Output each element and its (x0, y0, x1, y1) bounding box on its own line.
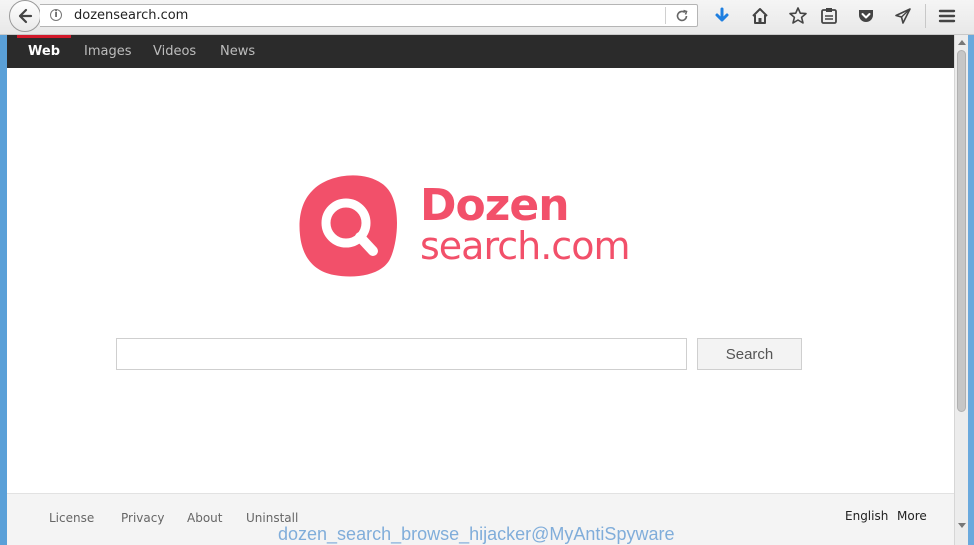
pocket-icon[interactable] (856, 6, 876, 26)
window-border (968, 35, 974, 545)
nav-tab-videos[interactable]: Videos (153, 35, 196, 68)
scroll-thumb[interactable] (957, 50, 966, 412)
page-viewport: Web Images Videos News Dozen search.com … (7, 35, 954, 545)
search-button[interactable]: Search (697, 338, 802, 370)
watermark-text: dozen_search_browse_hijacker@MyAntiSpywa… (278, 524, 675, 544)
footer-link-license[interactable]: License (49, 510, 94, 526)
dozensearch-logo-icon (299, 175, 397, 277)
address-bar[interactable]: i dozensearch.com (40, 4, 698, 27)
site-info-icon[interactable]: i (50, 9, 62, 21)
logo-wordmark-line1: Dozen (420, 180, 570, 231)
download-icon[interactable] (712, 6, 732, 26)
bookmark-star-icon[interactable] (788, 6, 808, 26)
reading-list-icon[interactable] (819, 6, 839, 26)
scroll-down-arrow-icon[interactable] (958, 523, 966, 528)
footer-more-link[interactable]: More (897, 508, 927, 524)
url-text[interactable]: dozensearch.com (74, 8, 188, 24)
nav-tab-images[interactable]: Images (84, 35, 132, 68)
footer-link-about[interactable]: About (187, 510, 222, 526)
search-input[interactable] (116, 338, 687, 370)
site-nav-bar: Web Images Videos News (7, 35, 954, 68)
reload-icon[interactable] (674, 8, 690, 24)
footer-link-privacy[interactable]: Privacy (121, 510, 164, 526)
back-button[interactable] (9, 0, 41, 32)
send-icon[interactable] (893, 6, 913, 26)
menu-icon[interactable] (937, 6, 957, 26)
nav-tab-news[interactable]: News (220, 35, 255, 68)
nav-tab-web[interactable]: Web (28, 35, 60, 68)
vertical-scrollbar[interactable] (954, 35, 968, 545)
urlbar-divider (665, 7, 666, 24)
footer-language-link[interactable]: English (845, 508, 888, 524)
back-arrow-icon (18, 8, 33, 24)
logo-wordmark-line2: search.com (420, 224, 630, 268)
browser-toolbar: i dozensearch.com (0, 0, 974, 35)
scroll-up-arrow-icon[interactable] (958, 40, 966, 45)
toolbar-divider (925, 4, 926, 28)
home-icon[interactable] (750, 6, 770, 26)
